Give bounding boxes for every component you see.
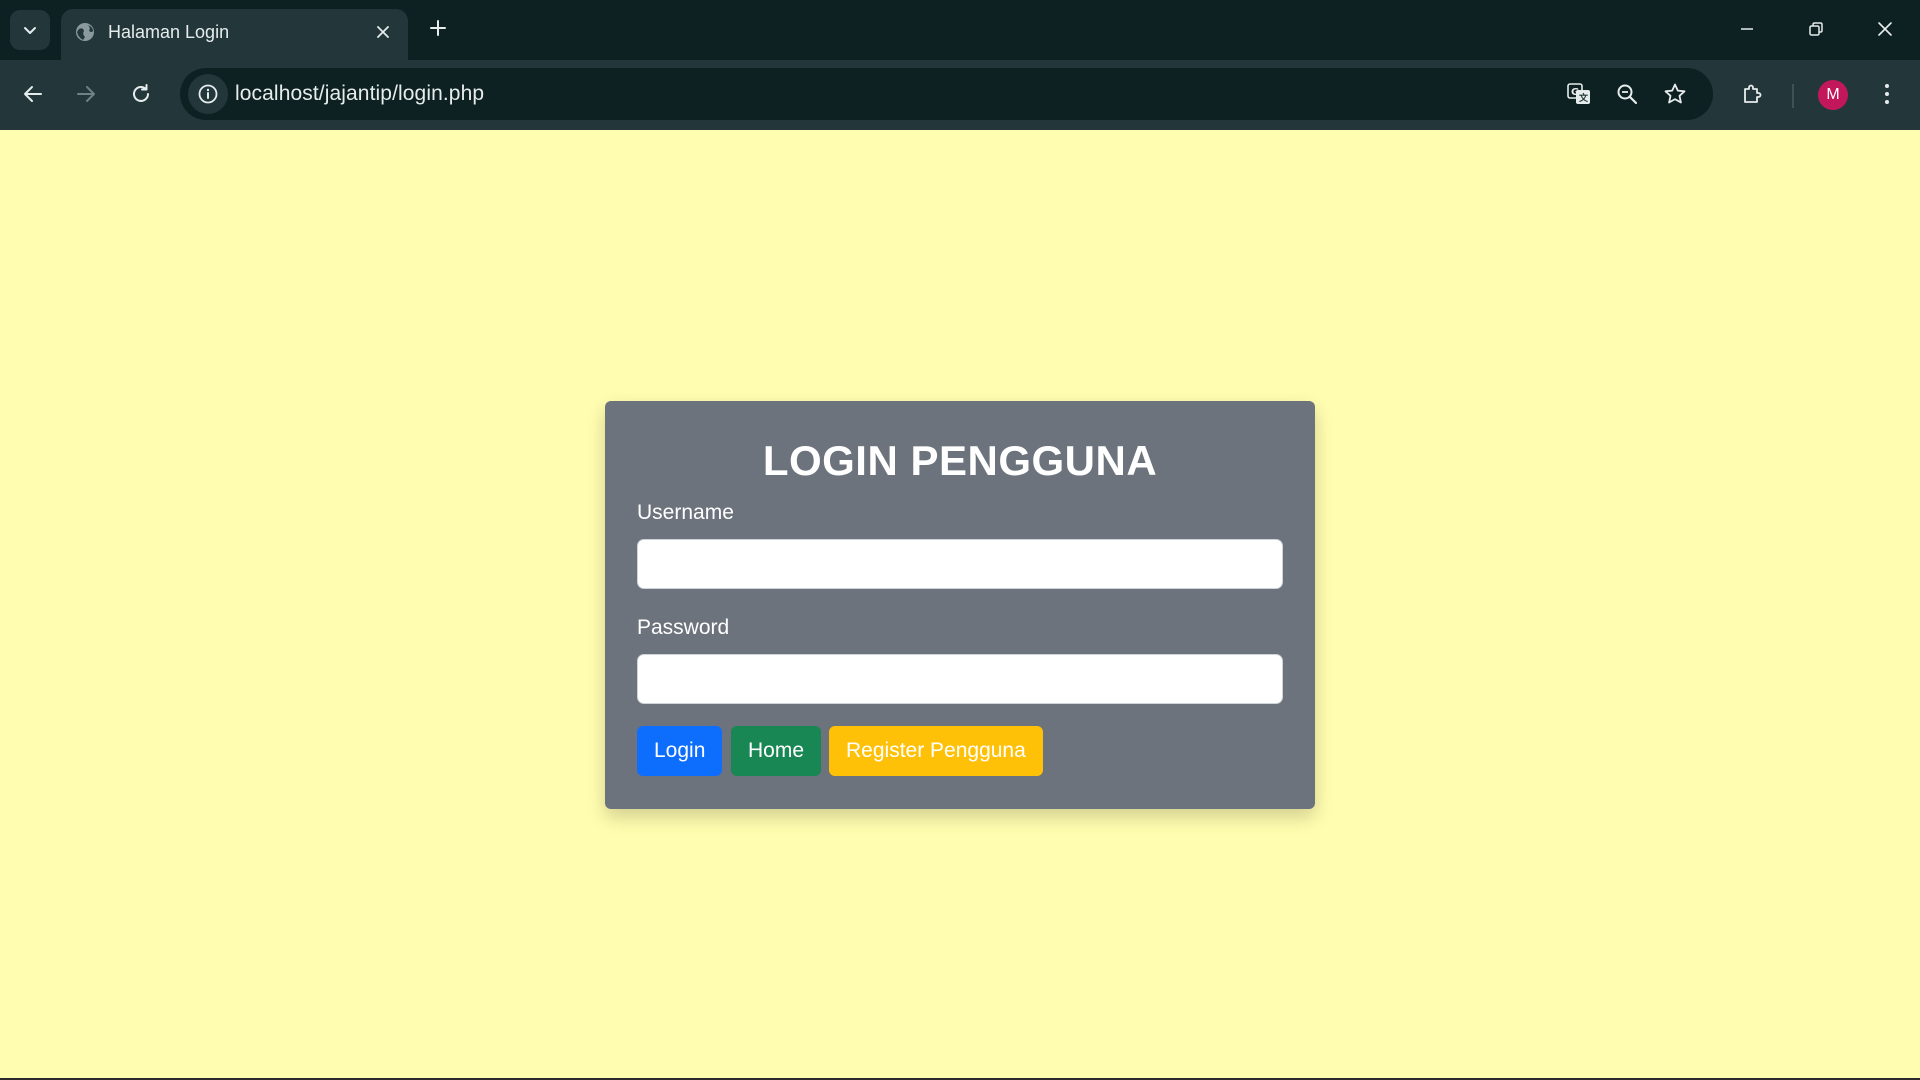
reload-icon — [133, 84, 149, 102]
info-icon — [198, 84, 218, 104]
tab-search-button[interactable] — [10, 10, 50, 50]
bookmark-button[interactable] — [1657, 76, 1693, 112]
globe-icon — [76, 23, 94, 41]
home-button[interactable]: Home — [731, 726, 822, 776]
minimize-button[interactable] — [1724, 6, 1770, 52]
extensions-button[interactable] — [1733, 74, 1773, 114]
browser-toolbar: localhost/jajantip/login.php G文 M — [0, 60, 1920, 130]
username-label: Username — [637, 501, 734, 524]
arrow-right-icon — [77, 86, 95, 102]
kebab-menu-icon — [1885, 84, 1889, 104]
site-info-button[interactable] — [188, 74, 228, 114]
restore-button[interactable] — [1793, 6, 1839, 52]
zoom-button[interactable] — [1609, 76, 1645, 112]
password-input[interactable] — [637, 654, 1283, 704]
url-text[interactable]: localhost/jajantip/login.php — [235, 82, 484, 106]
login-card: LOGIN PENGGUNA Username Password Login H… — [605, 401, 1315, 809]
username-input[interactable] — [637, 539, 1283, 589]
forward-button[interactable] — [66, 74, 106, 114]
translate-icon: G文 — [1567, 83, 1590, 104]
puzzle-icon — [1744, 84, 1762, 103]
reload-button[interactable] — [121, 74, 161, 114]
minimize-icon — [1741, 28, 1753, 30]
tab-active[interactable]: Halaman Login — [61, 9, 408, 60]
menu-button[interactable] — [1867, 74, 1907, 114]
tab-title: Halaman Login — [108, 22, 230, 42]
toolbar-divider — [1792, 84, 1794, 108]
svg-text:文: 文 — [1578, 92, 1589, 104]
star-icon — [1664, 83, 1686, 104]
profile-avatar[interactable]: M — [1818, 80, 1848, 110]
close-icon — [1878, 22, 1892, 36]
chevron-down-icon — [24, 27, 36, 34]
back-button[interactable] — [13, 74, 53, 114]
password-label: Password — [637, 616, 730, 639]
new-tab-button[interactable] — [423, 13, 453, 43]
plus-icon — [430, 20, 446, 36]
page-title: LOGIN PENGGUNA — [762, 437, 1158, 484]
register-button[interactable]: Register Pengguna — [829, 726, 1043, 776]
tab-close-button[interactable] — [370, 19, 396, 45]
address-bar[interactable]: localhost/jajantip/login.php G文 — [180, 68, 1713, 120]
zoom-out-icon — [1617, 84, 1638, 105]
arrow-left-icon — [24, 86, 42, 102]
close-window-button[interactable] — [1862, 6, 1908, 52]
translate-button[interactable]: G文 — [1561, 76, 1597, 112]
tab-strip: Halaman Login — [0, 0, 1920, 60]
login-button[interactable]: Login — [637, 726, 723, 776]
close-icon — [377, 26, 389, 38]
restore-icon — [1809, 22, 1823, 36]
